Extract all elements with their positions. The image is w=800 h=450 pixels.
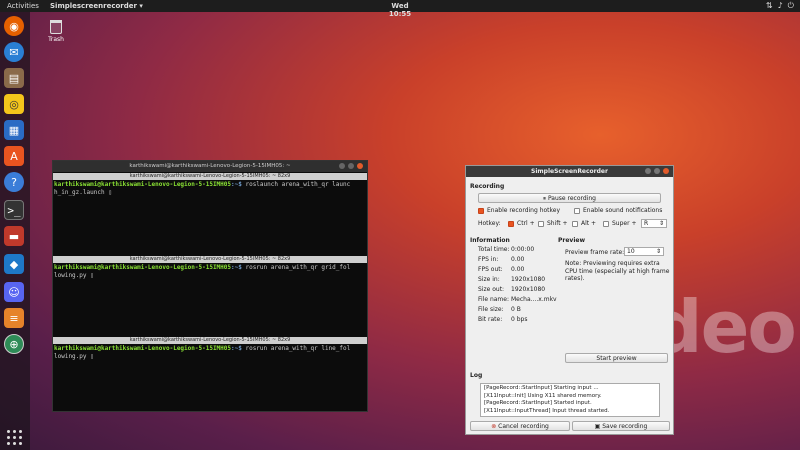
- terminal-pane-1[interactable]: karthikswami@karthikswami-Lenovo-Legion-…: [53, 173, 367, 198]
- command-text: rosrun arena_with_qr grid_fol: [241, 264, 351, 271]
- writer-icon[interactable]: ▦: [4, 120, 24, 140]
- cursor: ▯: [90, 272, 94, 279]
- minimize-icon[interactable]: [645, 168, 651, 174]
- hotkey-label: Hotkey:: [478, 220, 501, 227]
- pause-recording-button[interactable]: ⏸ Pause recording: [478, 193, 661, 203]
- rhythmbox-icon[interactable]: ◎: [4, 94, 24, 114]
- information-header: Information: [470, 237, 510, 244]
- prompt-user: karthikswami@karthikswami-Lenovo-Legion-…: [54, 181, 232, 188]
- thunderbird-icon[interactable]: ✉: [4, 42, 24, 62]
- cursor: ▯: [108, 189, 112, 196]
- firefox-icon[interactable]: ◉: [4, 16, 24, 36]
- help-icon[interactable]: ?: [4, 172, 24, 192]
- checkbox-checked-icon: [478, 207, 484, 214]
- terminal-title: karthikswami@karthikswami-Lenovo-Legion-…: [129, 163, 291, 169]
- checkbox-empty-icon: [603, 220, 609, 227]
- volume-icon: ♪: [777, 1, 783, 10]
- spinner-arrows-icon: ⇕: [658, 220, 664, 227]
- top-bar: Activities Simplescreenrecorder ▾ Wed 10…: [0, 0, 800, 18]
- checkbox-empty-icon: [572, 220, 578, 227]
- prompt-user: karthikswami@karthikswami-Lenovo-Legion-…: [54, 264, 232, 271]
- preview-rate-label: Preview frame rate:: [565, 249, 625, 256]
- ssr-titlebar[interactable]: SimpleScreenRecorder: [466, 166, 673, 177]
- hotkey-key-select[interactable]: R ⇕: [641, 219, 667, 228]
- trash-desktop-icon[interactable]: Trash: [45, 20, 67, 43]
- show-applications-icon[interactable]: [7, 430, 23, 446]
- super-checkbox[interactable]: Super +: [603, 220, 637, 227]
- preview-header: Preview: [558, 237, 586, 244]
- log-line: [X11Input::InputThread] Input thread sta…: [484, 407, 610, 414]
- terminal-icon[interactable]: >_: [4, 200, 24, 220]
- ssr-title: SimpleScreenRecorder: [531, 168, 608, 175]
- recording-header: Recording: [470, 183, 505, 190]
- prompt-path: :~$: [231, 345, 242, 352]
- vscode-icon[interactable]: ◆: [4, 254, 24, 274]
- globe-icon[interactable]: ⊕: [4, 334, 24, 354]
- power-icon: ⏻: [787, 1, 794, 10]
- prompt-path: :~$: [231, 181, 242, 188]
- log-line: [PageRecord::StartInput] Starting input …: [484, 385, 599, 391]
- command-text-cont: lowing.py: [54, 272, 91, 279]
- terminal-titlebar[interactable]: karthikswami@karthikswami-Lenovo-Legion-…: [53, 161, 367, 172]
- start-preview-button[interactable]: Start preview: [565, 353, 668, 363]
- terminal-pane-3[interactable]: karthikswami@karthikswami-Lenovo-Legion-…: [53, 337, 367, 362]
- log-header: Log: [470, 372, 483, 379]
- network-icon: ⇅: [765, 1, 773, 10]
- alt-checkbox[interactable]: Alt +: [572, 220, 596, 227]
- cancel-recording-button[interactable]: ⊗ Cancel recording: [470, 421, 570, 431]
- log-line: [PageRecord::StartInput] Started input.: [484, 400, 592, 406]
- prompt-user: karthikswami@karthikswami-Lenovo-Legion-…: [54, 345, 232, 352]
- close-icon[interactable]: [663, 168, 669, 174]
- trash-icon: [50, 20, 62, 34]
- maximize-icon[interactable]: [348, 163, 354, 169]
- preview-note: Note: Previewing requires extra CPU time…: [565, 260, 670, 282]
- log-line: [X11Input::Init] Using X11 shared memory…: [484, 392, 602, 399]
- log-box[interactable]: [PageRecord::StartInput] Starting input …: [480, 383, 660, 417]
- maximize-icon[interactable]: [654, 168, 660, 174]
- discord-icon[interactable]: ☺: [4, 282, 24, 302]
- command-text: rosrun arena_with_qr line_fol: [241, 345, 351, 352]
- command-text-cont: h_in_gz.launch: [54, 189, 109, 196]
- enable-hotkey-checkbox[interactable]: Enable recording hotkey: [478, 207, 560, 214]
- shift-checkbox[interactable]: Shift +: [538, 220, 568, 227]
- checkbox-empty-icon: [538, 220, 544, 227]
- command-text-cont: lowing.py: [54, 353, 91, 360]
- save-recording-button[interactable]: ▣ Save recording: [572, 421, 670, 431]
- app-menu[interactable]: Simplescreenrecorder ▾: [50, 2, 143, 10]
- terminal-red-icon[interactable]: ▬: [4, 226, 24, 246]
- stack-icon[interactable]: ≡: [4, 308, 24, 328]
- terminal-pane-2[interactable]: karthikswami@karthikswami-Lenovo-Legion-…: [53, 256, 367, 281]
- terminal-window[interactable]: karthikswami@karthikswami-Lenovo-Legion-…: [52, 160, 368, 412]
- spinner-arrows-icon: ⇕: [655, 248, 661, 255]
- command-text: roslaunch arena_with_qr launc: [241, 181, 351, 188]
- enable-sound-checkbox[interactable]: Enable sound notifications: [574, 207, 662, 214]
- checkbox-empty-icon: [574, 207, 580, 214]
- cursor: ▯: [90, 353, 94, 360]
- minimize-icon[interactable]: [339, 163, 345, 169]
- prompt-path: :~$: [231, 264, 242, 271]
- ssr-window[interactable]: SimpleScreenRecorder Recording ⏸ Pause r…: [465, 165, 674, 435]
- clock[interactable]: Wed 10:55: [380, 2, 420, 18]
- pane-title: karthikswami@karthikswami-Lenovo-Legion-…: [53, 173, 367, 180]
- close-icon[interactable]: [357, 163, 363, 169]
- ctrl-checkbox[interactable]: Ctrl +: [508, 220, 535, 227]
- information-list: Total time: 0:00:00 FPS in: 0.00 FPS out…: [478, 246, 557, 323]
- dock: ◉ ✉ ▤ ◎ ▦ A ? >_ ▬ ◆ ☺ ≡ ⊕: [0, 12, 30, 450]
- pane-title: karthikswami@karthikswami-Lenovo-Legion-…: [53, 256, 367, 263]
- preview-rate-spinbox[interactable]: 10 ⇕: [624, 247, 664, 256]
- system-tray[interactable]: ⇅ ♪ ⏻: [766, 1, 794, 11]
- checkbox-checked-icon: [508, 220, 514, 227]
- activities-button[interactable]: Activities: [7, 2, 39, 10]
- trash-label: Trash: [48, 36, 64, 43]
- pane-title: karthikswami@karthikswami-Lenovo-Legion-…: [53, 337, 367, 344]
- files-icon[interactable]: ▤: [4, 68, 24, 88]
- software-icon[interactable]: A: [4, 146, 24, 166]
